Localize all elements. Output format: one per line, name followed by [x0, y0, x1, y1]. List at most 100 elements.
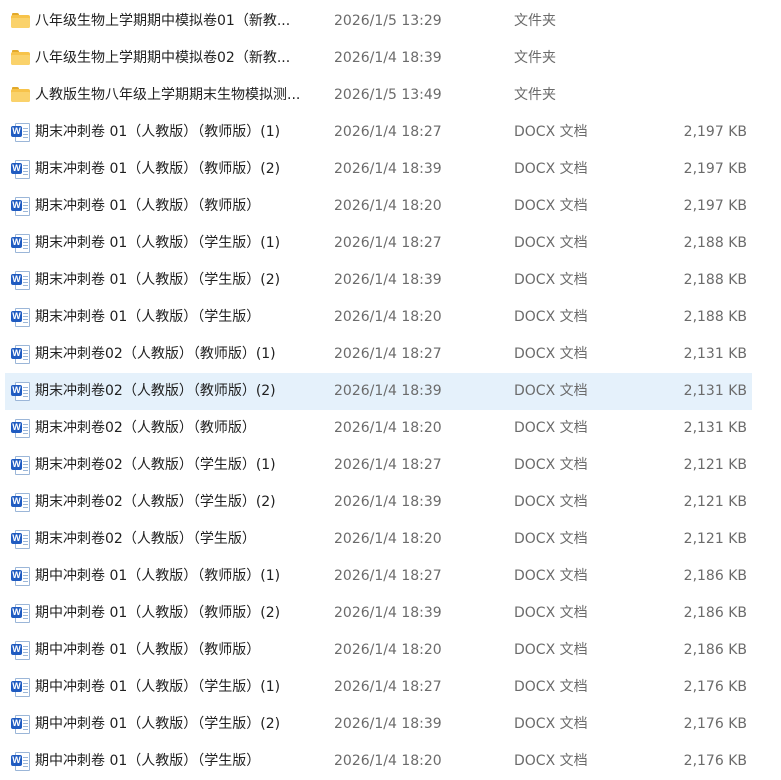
file-row[interactable]: 人教版生物八年级上学期期末生物模拟测... 2026/1/5 13:49 文件夹 — [5, 77, 752, 114]
file-row[interactable]: W 期中冲刺卷 01（人教版）（教师版）(2) 2026/1/4 18:39 D… — [5, 595, 752, 632]
file-date: 2026/1/4 18:20 — [334, 198, 442, 214]
file-date: 2026/1/4 18:39 — [334, 494, 442, 510]
word-badge: W — [11, 274, 22, 285]
file-row[interactable]: W 期中冲刺卷 01（人教版）（学生版）(2) 2026/1/4 18:39 D… — [5, 706, 752, 743]
file-row[interactable]: W 期中冲刺卷 01（人教版）（学生版） 2026/1/4 18:20 DOCX… — [5, 743, 752, 780]
file-type: DOCX 文档 — [514, 457, 588, 473]
file-name: 人教版生物八年级上学期期末生物模拟测... — [35, 87, 301, 103]
word-badge: W — [11, 348, 22, 359]
file-date: 2026/1/4 18:27 — [334, 235, 442, 251]
file-type: DOCX 文档 — [514, 605, 588, 621]
file-name: 八年级生物上学期期中模拟卷01（新教... — [35, 13, 291, 29]
file-row[interactable]: 八年级生物上学期期中模拟卷01（新教... 2026/1/5 13:29 文件夹 — [5, 3, 752, 40]
file-date: 2026/1/4 18:39 — [334, 605, 442, 621]
word-badge: W — [11, 422, 22, 433]
file-name: 期末冲刺卷02（人教版）（学生版） — [35, 531, 256, 547]
file-date: 2026/1/4 18:39 — [334, 716, 442, 732]
word-badge: W — [11, 570, 22, 581]
file-type: 文件夹 — [514, 50, 556, 66]
file-type: DOCX 文档 — [514, 346, 588, 362]
file-row[interactable]: W 期末冲刺卷 01（人教版）（学生版）(2) 2026/1/4 18:39 D… — [5, 262, 752, 299]
file-row[interactable]: W 期末冲刺卷02（人教版）（教师版） 2026/1/4 18:20 DOCX … — [5, 410, 752, 447]
word-badge: W — [11, 681, 22, 692]
file-name: 期中冲刺卷 01（人教版）（教师版）(1) — [35, 568, 281, 584]
file-row[interactable]: W 期末冲刺卷 01（人教版）（教师版） 2026/1/4 18:20 DOCX… — [5, 188, 752, 225]
file-date: 2026/1/4 18:27 — [334, 346, 442, 362]
file-date: 2026/1/4 18:27 — [334, 457, 442, 473]
word-doc-icon: W — [11, 456, 30, 475]
word-doc-icon: W — [11, 382, 30, 401]
file-row[interactable]: W 期末冲刺卷 01（人教版）（学生版） 2026/1/4 18:20 DOCX… — [5, 299, 752, 336]
file-name: 期末冲刺卷 01（人教版）（教师版）(1) — [35, 124, 281, 140]
file-name: 期末冲刺卷02（人教版）（教师版） — [35, 420, 256, 436]
file-date: 2026/1/4 18:20 — [334, 420, 442, 436]
word-doc-icon: W — [11, 641, 30, 660]
file-row[interactable]: W 期中冲刺卷 01（人教版）（教师版） 2026/1/4 18:20 DOCX… — [5, 632, 752, 669]
file-row[interactable]: W 期末冲刺卷02（人教版）（学生版）(1) 2026/1/4 18:27 DO… — [5, 447, 752, 484]
word-badge: W — [11, 237, 22, 248]
word-doc-icon: W — [11, 123, 30, 142]
file-type: DOCX 文档 — [514, 124, 588, 140]
word-doc-icon: W — [11, 567, 30, 586]
file-size: 2,188 KB — [683, 235, 747, 251]
file-type: DOCX 文档 — [514, 568, 588, 584]
file-type: DOCX 文档 — [514, 235, 588, 251]
file-date: 2026/1/4 18:27 — [334, 679, 442, 695]
file-size: 2,176 KB — [683, 679, 747, 695]
word-badge: W — [11, 163, 22, 174]
word-badge: W — [11, 200, 22, 211]
file-size: 2,121 KB — [683, 457, 747, 473]
file-size: 2,131 KB — [683, 383, 747, 399]
file-date: 2026/1/4 18:39 — [334, 383, 442, 399]
file-size: 2,197 KB — [683, 124, 747, 140]
file-name: 期末冲刺卷02（人教版）（学生版）(2) — [35, 494, 276, 510]
file-row[interactable]: W 期中冲刺卷 01（人教版）（教师版）(1) 2026/1/4 18:27 D… — [5, 558, 752, 595]
word-doc-icon: W — [11, 345, 30, 364]
word-badge: W — [11, 607, 22, 618]
file-size: 2,121 KB — [683, 531, 747, 547]
file-date: 2026/1/4 18:27 — [334, 124, 442, 140]
file-row[interactable]: W 期末冲刺卷02（人教版）（教师版）(2) 2026/1/4 18:39 DO… — [5, 373, 752, 410]
word-badge: W — [11, 311, 22, 322]
file-row[interactable]: W 期末冲刺卷02（人教版）（教师版）(1) 2026/1/4 18:27 DO… — [5, 336, 752, 373]
file-size: 2,188 KB — [683, 309, 747, 325]
file-type: DOCX 文档 — [514, 420, 588, 436]
file-date: 2026/1/5 13:29 — [334, 13, 442, 29]
word-badge: W — [11, 496, 22, 507]
file-date: 2026/1/4 18:39 — [334, 161, 442, 177]
file-type: DOCX 文档 — [514, 309, 588, 325]
file-list: 八年级生物上学期期中模拟卷01（新教... 2026/1/5 13:29 文件夹… — [0, 0, 781, 780]
file-size: 2,176 KB — [683, 753, 747, 769]
file-row[interactable]: W 期末冲刺卷 01（人教版）（教师版）(2) 2026/1/4 18:39 D… — [5, 151, 752, 188]
word-doc-icon: W — [11, 419, 30, 438]
file-size: 2,186 KB — [683, 568, 747, 584]
file-row[interactable]: W 期末冲刺卷02（人教版）（学生版） 2026/1/4 18:20 DOCX … — [5, 521, 752, 558]
file-type: DOCX 文档 — [514, 679, 588, 695]
file-row[interactable]: W 期末冲刺卷02（人教版）（学生版）(2) 2026/1/4 18:39 DO… — [5, 484, 752, 521]
file-name: 期末冲刺卷 01（人教版）（教师版）(2) — [35, 161, 281, 177]
word-doc-icon: W — [11, 197, 30, 216]
word-badge: W — [11, 755, 22, 766]
file-name: 期中冲刺卷 01（人教版）（学生版）(2) — [35, 716, 281, 732]
file-row[interactable]: W 期末冲刺卷 01（人教版）（教师版）(1) 2026/1/4 18:27 D… — [5, 114, 752, 151]
file-date: 2026/1/4 18:20 — [334, 531, 442, 547]
file-size: 2,121 KB — [683, 494, 747, 510]
file-type: DOCX 文档 — [514, 272, 588, 288]
file-size: 2,131 KB — [683, 420, 747, 436]
file-size: 2,188 KB — [683, 272, 747, 288]
word-badge: W — [11, 644, 22, 655]
file-date: 2026/1/4 18:27 — [334, 568, 442, 584]
file-type: DOCX 文档 — [514, 642, 588, 658]
file-size: 2,186 KB — [683, 642, 747, 658]
file-row[interactable]: 八年级生物上学期期中模拟卷02（新教... 2026/1/4 18:39 文件夹 — [5, 40, 752, 77]
file-size: 2,176 KB — [683, 716, 747, 732]
word-doc-icon: W — [11, 271, 30, 290]
word-doc-icon: W — [11, 308, 30, 327]
file-row[interactable]: W 期末冲刺卷 01（人教版）（学生版）(1) 2026/1/4 18:27 D… — [5, 225, 752, 262]
file-name: 期中冲刺卷 01（人教版）（教师版）(2) — [35, 605, 281, 621]
word-doc-icon: W — [11, 530, 30, 549]
file-row[interactable]: W 期中冲刺卷 01（人教版）（学生版）(1) 2026/1/4 18:27 D… — [5, 669, 752, 706]
word-badge: W — [11, 718, 22, 729]
word-doc-icon: W — [11, 604, 30, 623]
file-name: 期中冲刺卷 01（人教版）（教师版） — [35, 642, 261, 658]
